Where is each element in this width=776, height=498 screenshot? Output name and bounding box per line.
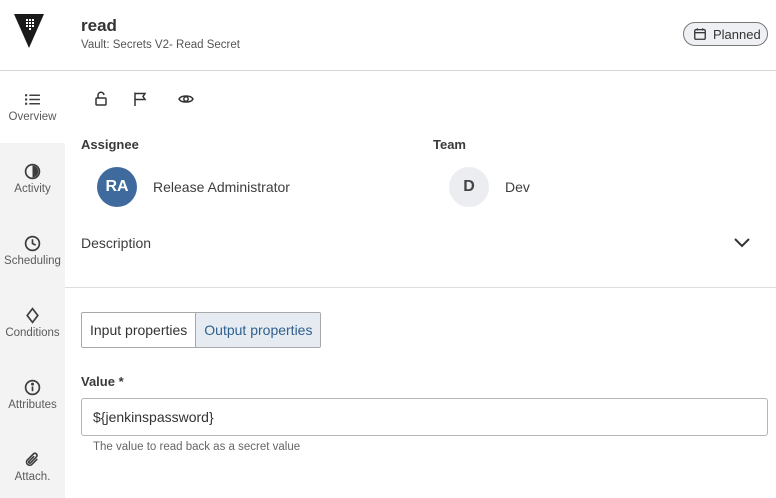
value-helper-text: The value to read back as a secret value bbox=[93, 441, 301, 453]
clock-half-icon bbox=[24, 163, 41, 180]
vault-logo-icon bbox=[14, 14, 44, 48]
properties-tab-group: Input properties Output properties bbox=[81, 312, 322, 348]
assignee-name[interactable]: Release Administrator bbox=[153, 179, 290, 195]
calendar-icon bbox=[694, 28, 706, 40]
info-icon bbox=[24, 379, 41, 396]
section-divider bbox=[65, 287, 776, 288]
clock-icon bbox=[24, 235, 41, 252]
sidebar-item-scheduling[interactable]: Scheduling bbox=[0, 215, 65, 287]
team-label: Team bbox=[433, 137, 466, 152]
value-field-label: Value * bbox=[81, 374, 124, 389]
tab-output-properties[interactable]: Output properties bbox=[195, 313, 321, 347]
status-badge: Planned bbox=[683, 22, 768, 46]
eye-icon bbox=[178, 95, 194, 103]
tab-input-properties[interactable]: Input properties bbox=[82, 313, 196, 347]
sidebar-item-label: Attach. bbox=[14, 471, 51, 483]
sidebar: Overview Activity Scheduling Conditions … bbox=[0, 71, 65, 498]
task-type-subtitle: Vault: Secrets V2- Read Secret bbox=[81, 39, 240, 51]
watch-button[interactable] bbox=[177, 90, 195, 108]
unlock-button[interactable] bbox=[92, 90, 110, 108]
team-avatar: D bbox=[449, 167, 489, 207]
unlock-icon bbox=[95, 91, 107, 106]
list-icon bbox=[25, 94, 40, 105]
description-label: Description bbox=[81, 235, 152, 251]
sidebar-item-conditions[interactable]: Conditions bbox=[0, 287, 65, 359]
sidebar-item-label: Conditions bbox=[5, 327, 60, 339]
assignee-avatar: RA bbox=[97, 167, 137, 207]
paperclip-icon bbox=[25, 452, 38, 466]
sidebar-item-label: Overview bbox=[8, 111, 57, 123]
diamond-icon bbox=[26, 307, 39, 324]
flag-icon bbox=[134, 92, 147, 106]
sidebar-item-label: Attributes bbox=[8, 399, 57, 411]
sidebar-item-overview[interactable]: Overview bbox=[0, 71, 65, 143]
sidebar-item-label: Activity bbox=[14, 183, 51, 195]
chevron-down-icon[interactable] bbox=[733, 236, 751, 250]
flag-button[interactable] bbox=[131, 90, 149, 108]
sidebar-item-attachments[interactable]: Attach. bbox=[0, 431, 65, 498]
sidebar-item-attributes[interactable]: Attributes bbox=[0, 359, 65, 431]
sidebar-item-label: Scheduling bbox=[4, 255, 61, 267]
assignee-label: Assignee bbox=[81, 137, 139, 152]
value-input[interactable] bbox=[81, 398, 768, 436]
task-header: read Vault: Secrets V2- Read Secret Plan… bbox=[0, 0, 776, 71]
team-name[interactable]: Dev bbox=[505, 179, 530, 195]
task-title: read bbox=[81, 16, 117, 35]
status-label: Planned bbox=[713, 26, 761, 42]
sidebar-item-activity[interactable]: Activity bbox=[0, 143, 65, 215]
